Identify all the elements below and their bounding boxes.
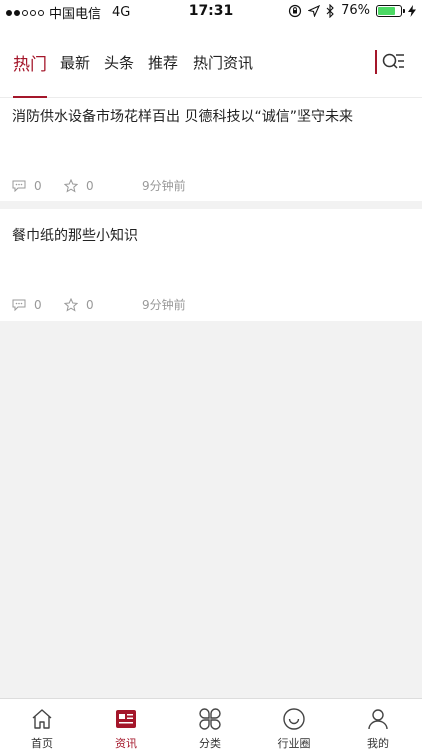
home-icon (32, 709, 52, 729)
article-title[interactable]: 餐巾纸的那些小知识 (12, 225, 138, 245)
orientation-lock-icon (288, 4, 302, 17)
tab-latest[interactable]: 最新 (60, 52, 90, 73)
status-right: 76% (288, 3, 416, 18)
category-tabs: 热门 最新 头条 推荐 热门资讯 (0, 22, 422, 98)
favorite-count[interactable]: 0 (64, 178, 142, 193)
news-icon (116, 710, 136, 728)
nav-home-label: 首页 (31, 737, 53, 750)
nav-home[interactable]: 首页 (0, 699, 84, 750)
location-arrow-icon (308, 4, 321, 17)
category-icon (199, 708, 221, 730)
search-button[interactable] (381, 50, 405, 74)
article-meta: 0 0 9分钟前 (12, 177, 186, 194)
article-card[interactable]: 消防供水设备市场花样百出 贝德科技以“诚信”坚守未来 0 0 9分钟前 (0, 98, 422, 201)
comment-count[interactable]: 0 (12, 298, 64, 312)
battery-percent: 76% (341, 3, 370, 18)
comment-icon (12, 299, 26, 311)
status-bar: 中国电信 4G 17:31 76% (0, 0, 422, 22)
nav-industry-circle[interactable]: 行业圈 (252, 699, 336, 750)
profile-icon (368, 709, 388, 730)
tab-hot-news[interactable]: 热门资讯 (193, 52, 253, 73)
nav-category[interactable]: 分类 (168, 699, 252, 750)
news-feed: 消防供水设备市场花样百出 贝德科技以“诚信”坚守未来 0 0 9分钟前 餐巾纸的… (0, 98, 422, 321)
nav-industry-circle-label: 行业圈 (277, 737, 311, 750)
star-icon (64, 297, 78, 312)
favorite-count[interactable]: 0 (64, 297, 142, 312)
tab-headlines[interactable]: 头条 (104, 52, 134, 73)
tab-divider (375, 50, 377, 74)
nav-profile-label: 我的 (367, 737, 389, 750)
comment-count[interactable]: 0 (12, 179, 64, 193)
charging-bolt-icon (408, 4, 416, 17)
bottom-tab-bar: 首页 资讯 分类 行业圈 我的 (0, 698, 422, 750)
battery-fill (378, 6, 395, 15)
nav-category-label: 分类 (199, 737, 221, 750)
article-time: 9分钟前 (142, 179, 186, 193)
article-time: 9分钟前 (142, 298, 186, 312)
nav-news[interactable]: 资讯 (84, 699, 168, 750)
nav-profile[interactable]: 我的 (336, 699, 420, 750)
nav-news-label: 资讯 (115, 737, 137, 750)
tab-recommended[interactable]: 推荐 (148, 52, 178, 73)
article-meta: 0 0 9分钟前 (12, 296, 186, 313)
tab-hot[interactable]: 热门 (13, 50, 47, 75)
article-title[interactable]: 消防供水设备市场花样百出 贝德科技以“诚信”坚守未来 (12, 106, 353, 126)
card-separator (0, 201, 422, 209)
article-card[interactable]: 餐巾纸的那些小知识 0 0 9分钟前 (0, 209, 422, 321)
battery-icon (376, 4, 405, 17)
star-icon (64, 178, 78, 193)
search-list-icon (382, 53, 404, 69)
comment-icon (12, 180, 26, 192)
circle-icon (283, 708, 305, 730)
bluetooth-icon (326, 3, 334, 18)
